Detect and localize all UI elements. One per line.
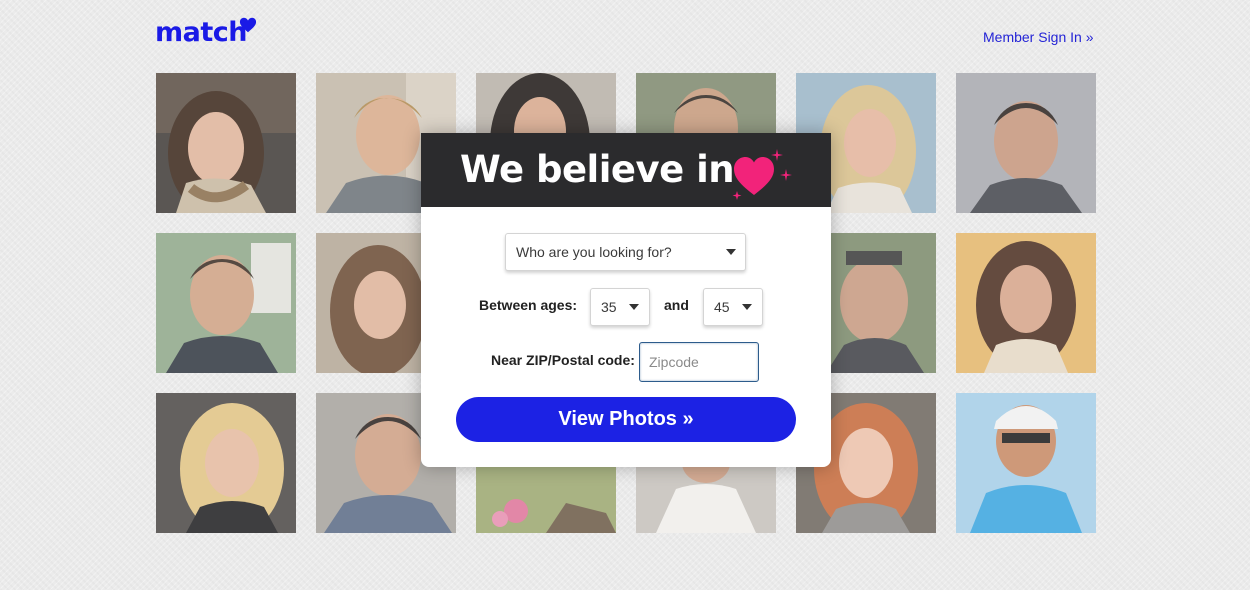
- member-photo: [156, 73, 296, 213]
- max-age-value: 45: [714, 299, 730, 315]
- zip-label: Near ZIP/Postal code:: [491, 352, 635, 368]
- heart-icon: [732, 149, 792, 200]
- member-photo: [956, 73, 1096, 213]
- seeking-select[interactable]: Who are you looking for?: [505, 233, 746, 271]
- member-photo: [956, 233, 1096, 373]
- chevron-down-icon: [742, 304, 752, 310]
- member-photo: [156, 233, 296, 373]
- zip-input[interactable]: [639, 342, 759, 382]
- member-photo: [156, 393, 296, 533]
- headline: We believe in: [460, 148, 735, 191]
- and-label: and: [664, 297, 689, 313]
- min-age-value: 35: [601, 299, 617, 315]
- ages-label: Between ages:: [479, 297, 578, 313]
- search-modal: We believe in Who are you looking for? B…: [421, 133, 831, 467]
- seeking-select-value: Who are you looking for?: [516, 244, 672, 260]
- max-age-select[interactable]: 45: [703, 288, 763, 326]
- min-age-select[interactable]: 35: [590, 288, 650, 326]
- member-photo: [956, 393, 1096, 533]
- chevron-down-icon: [726, 249, 736, 255]
- view-photos-button[interactable]: View Photos »: [456, 397, 796, 442]
- chevron-down-icon: [629, 304, 639, 310]
- modal-header: We believe in: [421, 133, 831, 207]
